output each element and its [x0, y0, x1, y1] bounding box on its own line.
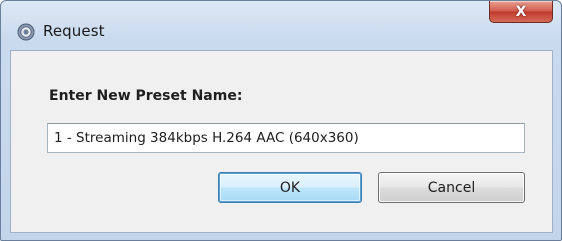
cancel-button[interactable]: Cancel [378, 172, 525, 203]
ok-button[interactable]: OK [218, 172, 362, 203]
close-button[interactable]: X [489, 1, 553, 23]
preset-name-input[interactable] [47, 123, 525, 153]
close-icon: X [515, 3, 527, 20]
settings-circle-icon [17, 23, 35, 41]
dialog-body: Enter New Preset Name: OK Cancel [10, 50, 553, 233]
title-bar[interactable]: Request X [1, 1, 561, 41]
window-title: Request [43, 22, 105, 40]
request-dialog-window: Request X Enter New Preset Name: OK Canc… [0, 0, 562, 241]
prompt-label: Enter New Preset Name: [49, 88, 243, 104]
